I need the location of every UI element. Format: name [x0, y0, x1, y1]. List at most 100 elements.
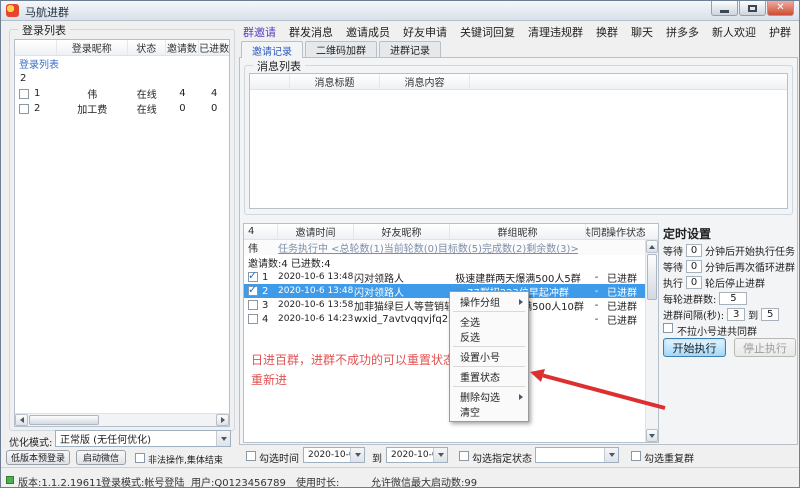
record-num: 2 [262, 286, 268, 297]
record-num: 1 [262, 272, 268, 283]
tab-change-group[interactable]: 换群 [594, 24, 620, 40]
scroll-down-icon[interactable] [646, 429, 658, 442]
login-listview: 登录昵称 状态 邀请数 已进数 登录列表 2 1 伟 在线 4 4 2 加工 [14, 39, 230, 427]
subtab-qrcode-join[interactable]: 二维码加群 [305, 41, 377, 57]
scroll-left-icon[interactable] [15, 414, 28, 426]
minimize-icon [720, 10, 729, 13]
record-num: 4 [262, 314, 268, 325]
menu-item-delete-checked[interactable]: 删除勾选 [450, 389, 528, 404]
login-col-nickname[interactable]: 登录昵称 [57, 40, 128, 55]
record-row[interactable]: 1 2020-10-6 13:48:7 闪对领路人 极速建群两天爆满500人5群… [244, 270, 658, 284]
tab-protect-group[interactable]: 护群 [767, 24, 793, 40]
records-col-time[interactable]: 邀请时间 [278, 224, 354, 239]
tab-clean-groups[interactable]: 清理违规群 [526, 24, 585, 40]
subtab-join-record[interactable]: 进群记录 [379, 41, 441, 57]
date-from-select[interactable]: 2020-10-06 [303, 447, 365, 463]
status-max-launch: 允许微信最大启动数:99 [371, 474, 477, 488]
login-list-header: 登录昵称 状态 邀请数 已进数 [15, 40, 229, 56]
menu-separator [453, 386, 525, 387]
filter-status-checkbox[interactable] [459, 451, 469, 461]
no-alt-account-checkbox[interactable] [663, 323, 673, 333]
stop-exec-button[interactable]: 停止执行 [734, 338, 796, 357]
login-row[interactable]: 2 加工费 在线 0 0 [15, 101, 229, 116]
login-hscroll-thumb[interactable] [29, 415, 99, 425]
filter-repeat-checkbox[interactable] [631, 451, 641, 461]
menu-item-invert-select[interactable]: 反选 [450, 329, 528, 344]
records-col-num[interactable]: 4 [244, 224, 278, 239]
records-col-friend[interactable]: 好友昵称 [354, 224, 450, 239]
start-exec-button[interactable]: 开始执行 [663, 338, 726, 357]
menu-separator [453, 346, 525, 347]
tab-group-message[interactable]: 群发消息 [287, 24, 335, 40]
date-to-select[interactable]: 2020-10-06 [386, 447, 448, 463]
record-checkbox[interactable] [248, 314, 258, 324]
chevron-down-icon[interactable] [350, 448, 364, 462]
tab-invite-member[interactable]: 邀请成员 [344, 24, 392, 40]
record-checkbox[interactable] [248, 286, 258, 296]
tab-friend-request[interactable]: 好友申请 [401, 24, 449, 40]
illegal-end-checkbox[interactable] [135, 453, 145, 463]
login-row-invited: 0 [166, 101, 200, 116]
tab-group-invite[interactable]: 群邀请 [241, 24, 278, 40]
login-col-invited[interactable]: 邀请数 [166, 40, 200, 55]
per-round-input[interactable]: 5 [719, 292, 747, 305]
message-col-content[interactable]: 消息内容 [380, 74, 470, 89]
records-group-row: 伟 任务执行中 <总轮数(1)当前轮数(0)目标数(5)完成数(2)剩余数(3)… [244, 240, 658, 255]
menu-item-reset-status[interactable]: 重置状态 [450, 369, 528, 384]
records-vscroll-thumb[interactable] [647, 254, 657, 300]
records-col-status[interactable]: 操作状态 [607, 224, 645, 239]
login-group-label: 登录列表 [19, 56, 59, 71]
menu-item-operate-group[interactable]: 操作分组 [450, 294, 528, 309]
menu-item-set-alt-account[interactable]: 设置小号 [450, 349, 528, 364]
chevron-down-icon[interactable] [604, 448, 618, 462]
records-vscrollbar[interactable] [645, 240, 658, 442]
record-time: 2020-10-6 13:48:7 [278, 270, 354, 284]
chevron-down-icon[interactable] [216, 431, 230, 446]
record-time: 2020-10-6 13:58:4 [278, 298, 354, 312]
annotation-text: 日进百群，进群不成功的可以重置状态后重新进 [251, 351, 470, 391]
record-friend: 闪对领路人 [354, 270, 450, 284]
login-hscrollbar[interactable] [15, 413, 229, 426]
record-common: - [586, 270, 607, 284]
task-status-link[interactable]: 任务执行中 <总轮数(1)当前轮数(0)目标数(5)完成数(2)剩余数(3)> [278, 240, 578, 255]
exec-rounds-input[interactable]: 0 [686, 276, 702, 289]
menu-item-select-all[interactable]: 全选 [450, 314, 528, 329]
records-col-group[interactable]: 群组昵称 [450, 224, 586, 239]
close-icon: ✕ [776, 3, 784, 13]
scroll-up-icon[interactable] [646, 240, 658, 253]
status-filter-select[interactable] [535, 447, 619, 463]
login-row-checkbox[interactable] [19, 104, 29, 114]
tab-keyword-reply[interactable]: 关键词回复 [458, 24, 517, 40]
login-row-checkbox[interactable] [19, 89, 29, 99]
tab-pinduoduo[interactable]: 拼多多 [664, 24, 701, 40]
record-checkbox[interactable] [248, 272, 258, 282]
chevron-down-icon[interactable] [433, 448, 447, 462]
start-wechat-button[interactable]: 启动微信 [76, 450, 126, 465]
records-col-common[interactable]: 共同群 [586, 224, 607, 239]
login-row[interactable]: 1 伟 在线 4 4 [15, 86, 229, 101]
records-group-name: 伟 [244, 240, 278, 255]
minimize-button[interactable] [711, 1, 738, 16]
wait-start-input[interactable]: 0 [686, 244, 702, 257]
prelogin-button[interactable]: 低版本预登录 [6, 450, 70, 465]
wait-loop-input[interactable]: 0 [686, 260, 702, 273]
record-checkbox[interactable] [248, 300, 258, 310]
login-col-entered[interactable]: 已进数 [199, 40, 229, 55]
menu-separator [453, 366, 525, 367]
timer-line-exec-rounds: 执行 0 轮后停止进群 [663, 275, 797, 290]
scroll-right-icon[interactable] [216, 414, 229, 426]
login-col-status[interactable]: 状态 [128, 40, 166, 55]
interval-from-input[interactable]: 3 [727, 308, 745, 321]
close-button[interactable]: ✕ [767, 1, 794, 16]
tab-chat[interactable]: 聊天 [629, 24, 655, 40]
subtab-invite-record[interactable]: 邀请记录 [241, 41, 303, 58]
record-friend: 闪对领路人 [354, 284, 450, 298]
message-col-title[interactable]: 消息标题 [290, 74, 380, 89]
maximize-button[interactable] [739, 1, 766, 16]
interval-to-input[interactable]: 5 [761, 308, 779, 321]
filter-time-checkbox[interactable] [246, 451, 256, 461]
optimize-mode-select[interactable]: 正常版 (无任何优化) [55, 430, 231, 447]
message-listview: 消息标题 消息内容 [249, 73, 788, 209]
menu-item-clear[interactable]: 清空 [450, 404, 528, 419]
tab-newcomer-welcome[interactable]: 新人欢迎 [710, 24, 758, 40]
